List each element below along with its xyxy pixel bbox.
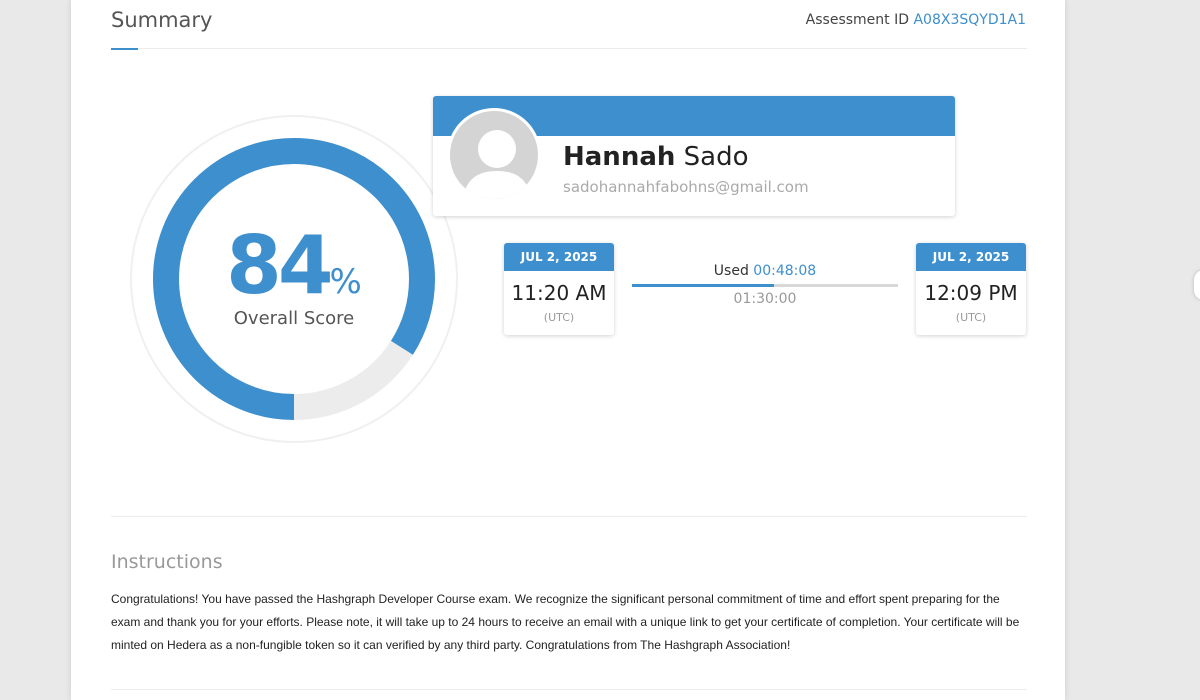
- user-last-name: Sado: [683, 142, 749, 172]
- instructions-body: Congratulations! You have passed the Has…: [111, 592, 1020, 652]
- instructions-title: Instructions: [111, 551, 223, 573]
- score-percent-sign: %: [329, 262, 362, 302]
- start-timezone: (UTC): [543, 311, 575, 324]
- header-accent: [111, 48, 138, 50]
- time-used: Used 00:48:08: [632, 263, 898, 279]
- bottom-divider: [111, 689, 1027, 690]
- end-timezone: (UTC): [955, 311, 987, 324]
- start-date: JUL 2, 2025: [504, 243, 614, 271]
- assessment-id: Assessment ID A08X3SQYD1A1: [806, 12, 1026, 28]
- score-value: 84%: [129, 226, 459, 306]
- user-email: sadohannahfabohns@gmail.com: [563, 178, 809, 196]
- score-label: Overall Score: [233, 308, 355, 329]
- section-divider: [111, 516, 1027, 517]
- start-time: 11:20 AM: [511, 281, 607, 305]
- user-name: Hannah Sado: [563, 142, 749, 172]
- end-time: 12:09 PM: [924, 281, 1018, 305]
- time-progress-bar: [632, 284, 898, 287]
- user-first-name: Hannah: [563, 142, 676, 172]
- score-number: 84: [226, 219, 333, 312]
- score-ring: 84% Overall Score: [129, 114, 459, 444]
- time-used-label: Used: [713, 263, 749, 279]
- profile-card: Hannah Sado sadohannahfabohns@gmail.com: [433, 96, 955, 216]
- end-time-box: JUL 2, 2025 12:09 PM (UTC): [916, 243, 1026, 335]
- start-time-box: JUL 2, 2025 11:20 AM (UTC): [504, 243, 614, 335]
- time-used-value: 00:48:08: [753, 263, 817, 279]
- assessment-id-label: Assessment ID: [805, 12, 910, 28]
- user-avatar-icon: [447, 108, 541, 202]
- side-panel-handle[interactable]: [1194, 270, 1200, 300]
- page-title: Summary: [111, 8, 213, 32]
- avatar-silhouette: [462, 130, 532, 199]
- assessment-id-value: A08X3SQYD1A1: [913, 12, 1026, 28]
- end-date: JUL 2, 2025: [916, 243, 1026, 271]
- time-limit: 01:30:00: [733, 291, 797, 307]
- header-divider: [111, 48, 1027, 49]
- time-progress-fill: [632, 284, 775, 287]
